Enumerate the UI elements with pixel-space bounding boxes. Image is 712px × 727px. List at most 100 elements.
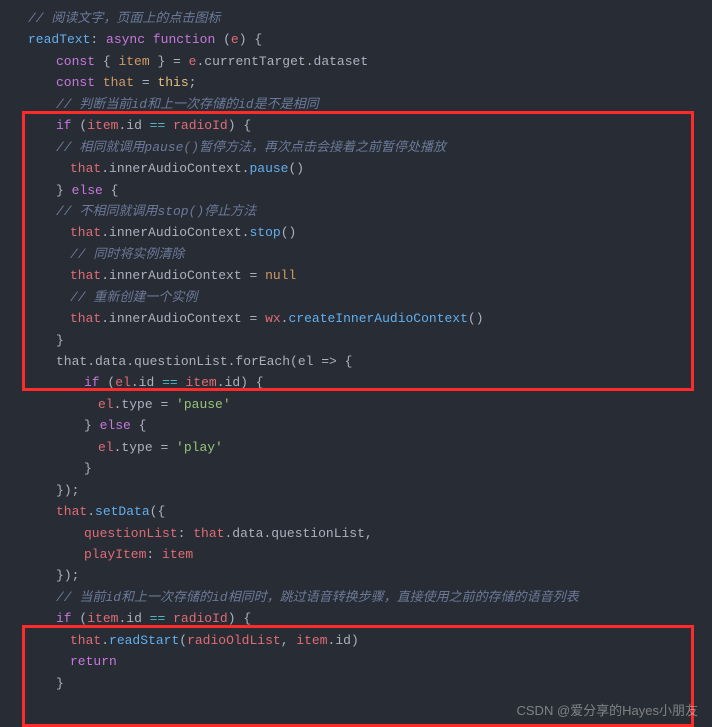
code-line: } else { (14, 415, 698, 436)
code-line: } (14, 458, 698, 479)
var: item (185, 375, 216, 390)
code-line: readText: async function (e) { (14, 29, 698, 50)
var: item (87, 118, 118, 133)
prop: id (225, 375, 241, 390)
comment: // 不相同就调用stop()停止方法 (56, 204, 256, 219)
fn: pause (249, 161, 288, 176)
var: that (193, 526, 224, 541)
prop: id (335, 633, 351, 648)
kw: const (56, 54, 95, 69)
prop: data (232, 526, 263, 541)
var: item (162, 547, 193, 562)
code-line: playItem: item (14, 544, 698, 565)
punct: { (254, 32, 262, 47)
punct: . (131, 375, 139, 390)
punct: { (139, 418, 147, 433)
prop: innerAudioContext (109, 225, 242, 240)
code-line: const that = this; (14, 72, 698, 93)
punct: . (101, 225, 109, 240)
comment: // 同时将实例清除 (70, 247, 184, 262)
prop: innerAudioContext (109, 311, 242, 326)
code-line: const { item } = e.currentTarget.dataset (14, 51, 698, 72)
comment: // 重新创建一个实例 (70, 290, 197, 305)
punct: . (217, 375, 225, 390)
code-line: } else { (14, 180, 698, 201)
code-line: that.setData({ (14, 501, 698, 522)
punct: . (101, 161, 109, 176)
prop: dataset (314, 54, 369, 69)
punct: { (243, 118, 251, 133)
code-line: questionList: that.data.questionList, (14, 523, 698, 544)
var: that (70, 161, 101, 176)
code-text: that.data.questionList.forEach(el => { (56, 354, 352, 369)
var: item (87, 611, 118, 626)
punct: { (111, 183, 119, 198)
code-line: // 当前id和上一次存储的id相同时，跳过语音转换步骤，直接使用之前的存储的语… (14, 587, 698, 608)
code-line: if (item.id == radioId) { (14, 608, 698, 629)
punct: ( (223, 32, 231, 47)
punct: () (288, 161, 304, 176)
punct: = (153, 440, 176, 455)
comment: // 相同就调用pause()暂停方法，再次点击会接着之前暂停处播放 (56, 140, 446, 155)
op: == (142, 611, 173, 626)
var: wx (265, 311, 281, 326)
code-line: // 同时将实例清除 (14, 244, 698, 265)
code-line: // 阅读文字，页面上的点击图标 (14, 8, 698, 29)
var: radioId (173, 118, 228, 133)
punct: ); (64, 483, 80, 498)
prop: questionList (84, 526, 178, 541)
var: item (118, 54, 149, 69)
punct: ( (179, 633, 187, 648)
code-line: }); (14, 565, 698, 586)
punct: . (101, 268, 109, 283)
punct: } (84, 461, 92, 476)
punct: { (256, 375, 264, 390)
string: 'pause' (176, 397, 231, 412)
code-line: that.innerAudioContext.pause() (14, 158, 698, 179)
prop: innerAudioContext (109, 161, 242, 176)
punct: } = (150, 54, 189, 69)
prop: type (121, 440, 152, 455)
op: == (154, 375, 185, 390)
punct: . (101, 633, 109, 648)
fn-name: readText (28, 32, 90, 47)
code-line: if (item.id == radioId) { (14, 115, 698, 136)
var: el (98, 397, 114, 412)
prop: id (139, 375, 155, 390)
prop: id (126, 611, 142, 626)
punct: ) (228, 611, 236, 626)
string: 'play' (176, 440, 223, 455)
code-line: that.innerAudioContext = wx.createInnerA… (14, 308, 698, 329)
var: el (115, 375, 131, 390)
code-line: that.data.questionList.forEach(el => { (14, 351, 698, 372)
code-line: // 不相同就调用stop()停止方法 (14, 201, 698, 222)
code-line: that.innerAudioContext.stop() (14, 222, 698, 243)
punct: ); (64, 568, 80, 583)
punct: } (56, 676, 64, 691)
watermark: CSDN @爱分享的Hayes小朋友 (517, 700, 699, 721)
prop: type (121, 397, 152, 412)
kw: null (265, 268, 296, 283)
fn: stop (249, 225, 280, 240)
punct: , (365, 526, 373, 541)
punct: () (468, 311, 484, 326)
kw: const (56, 75, 95, 90)
punct: ) (228, 118, 236, 133)
punct: . (306, 54, 314, 69)
comment: // 阅读文字，页面上的点击图标 (28, 11, 220, 26)
prop: playItem (84, 547, 146, 562)
code-line: } (14, 673, 698, 694)
punct: = (153, 397, 176, 412)
code-line: } (14, 330, 698, 351)
code-line: that.innerAudioContext = null (14, 265, 698, 286)
punct: ) (239, 32, 247, 47)
punct: . (101, 311, 109, 326)
code-line: // 判断当前id和上一次存储的id是不是相同 (14, 94, 698, 115)
var: that (56, 504, 87, 519)
var: item (296, 633, 327, 648)
punct: () (281, 225, 297, 240)
kw: return (70, 654, 117, 669)
var: that (70, 225, 101, 240)
prop: id (126, 118, 142, 133)
prop: innerAudioContext (109, 268, 242, 283)
